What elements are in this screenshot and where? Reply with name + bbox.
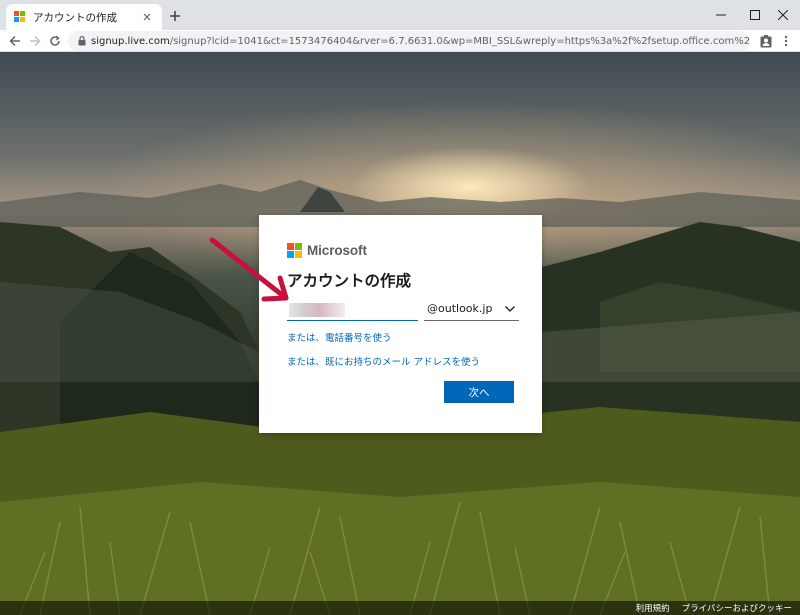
domain-selected-value: @outlook.jp: [427, 302, 493, 315]
more-menu-icon[interactable]: [778, 33, 794, 49]
browser-toolbar: signup.live.com/signup?lcid=1041&ct=1573…: [0, 30, 800, 52]
forward-button[interactable]: [26, 32, 44, 50]
page-footer: 利用規約 プライバシーおよびクッキー: [0, 601, 800, 615]
lock-icon: [78, 36, 86, 46]
chevron-down-icon: [503, 302, 517, 316]
microsoft-logo-icon: [287, 243, 302, 258]
domain-dropdown[interactable]: @outlook.jp: [424, 297, 519, 321]
create-account-card: Microsoft アカウントの作成 @outlook.jp または、電話番号を…: [259, 215, 542, 433]
arrow-right-icon: [30, 35, 41, 47]
use-existing-email-link[interactable]: または、既にお持ちのメール アドレスを使う: [287, 354, 480, 368]
back-button[interactable]: [6, 32, 24, 50]
tab-title: アカウントの作成: [33, 11, 117, 24]
privacy-cookies-link[interactable]: プライバシーおよびクッキー: [682, 602, 792, 614]
browser-tab[interactable]: アカウントの作成: [6, 4, 162, 30]
profile-badge-icon[interactable]: [758, 33, 774, 49]
next-button[interactable]: 次へ: [444, 381, 514, 403]
redacted-email-value: [289, 303, 345, 317]
close-tab-icon[interactable]: [140, 10, 154, 24]
page-background: Microsoft アカウントの作成 @outlook.jp または、電話番号を…: [0, 52, 800, 615]
new-tab-button[interactable]: [166, 7, 184, 25]
url-host: signup.live.com: [91, 35, 170, 47]
microsoft-wordmark: Microsoft: [307, 243, 367, 258]
close-window-button[interactable]: [766, 0, 800, 30]
arrow-left-icon: [9, 35, 20, 47]
terms-of-use-link[interactable]: 利用規約: [636, 602, 670, 614]
tab-strip: アカウントの作成: [0, 0, 800, 30]
microsoft-logo: Microsoft: [287, 243, 367, 258]
url-path: /signup?lcid=1041&ct=1573476404&rver=6.7…: [169, 35, 750, 47]
url-text: signup.live.com/signup?lcid=1041&ct=1573…: [91, 36, 750, 47]
use-phone-number-link[interactable]: または、電話番号を使う: [287, 330, 392, 344]
minimize-button[interactable]: [704, 0, 738, 30]
microsoft-favicon-icon: [14, 11, 26, 23]
page-title: アカウントの作成: [287, 272, 412, 290]
address-bar[interactable]: signup.live.com/signup?lcid=1041&ct=1573…: [68, 31, 750, 51]
reload-button[interactable]: [46, 32, 64, 50]
reload-icon: [50, 35, 60, 46]
